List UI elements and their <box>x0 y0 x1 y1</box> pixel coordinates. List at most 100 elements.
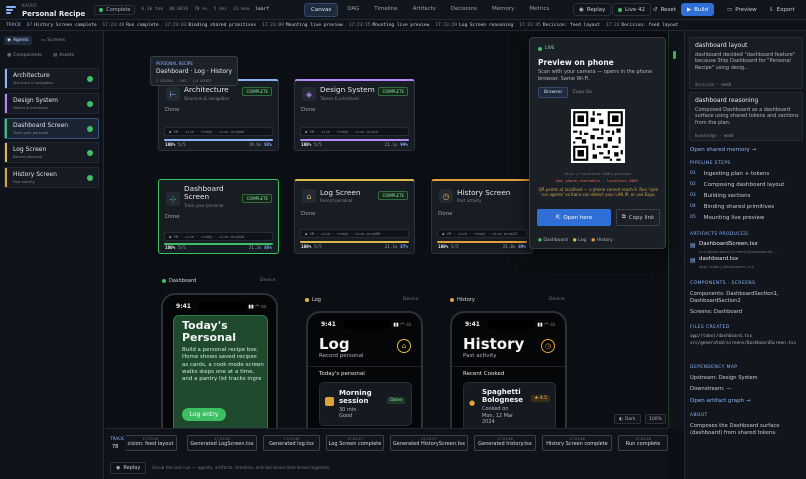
track-event[interactable]: 17:23:09 Mounting live preview <box>262 23 343 28</box>
track-event[interactable]: 17:23:48 Run complete <box>103 23 159 28</box>
log-entry-button[interactable]: Log entry <box>182 408 226 421</box>
pipeline-step: 01 Ingesting plan + tokens <box>690 171 770 177</box>
sidebar-item-log-screen[interactable]: Log Screen Record personal <box>4 142 99 163</box>
track-event[interactable]: 07 History Screen complete <box>27 23 97 28</box>
about-header: ABOUT <box>690 413 708 418</box>
tab-decisions[interactable]: Decisions <box>445 3 483 17</box>
file-icon: ▤ <box>690 257 696 264</box>
open-artifact-graph-link[interactable]: Open artifact graph → <box>690 398 750 404</box>
crumb-history[interactable]: ● History <box>591 238 612 243</box>
memory-card[interactable]: dashboard layout dashboard decided "dash… <box>689 37 803 89</box>
status-dot-icon <box>87 150 93 156</box>
export-button[interactable]: ⇩ Export <box>763 3 801 16</box>
track-event[interactable]: 17:23:03 Binding shared primitives <box>165 23 256 28</box>
replay-button[interactable]: ◉ Replay <box>573 3 612 16</box>
log-item-card[interactable]: Morning session 30 min · Good Done <box>319 382 412 426</box>
card-subtitle: Record personal <box>320 198 353 203</box>
tab-timeline[interactable]: Timeline <box>368 3 403 17</box>
memory-card[interactable]: dashboard reasoning Composed Dashboard a… <box>689 92 803 141</box>
tab-dag[interactable]: DAG <box>341 3 365 17</box>
assets-icon: ▤ <box>53 53 58 58</box>
bottom-replay-button[interactable]: ◉ Replay <box>110 462 147 474</box>
agent-card-architecture[interactable]: ⊢ Architecture Structure & navigation CO… <box>158 79 279 151</box>
build-button[interactable]: ▶ Build <box>681 3 715 16</box>
clock-icon[interactable]: ◷ <box>541 339 555 353</box>
sidebar-tab-assets[interactable]: ▤ Assets <box>50 51 77 60</box>
agent-card-history-screen[interactable]: ◷ History Screen Past activity Done ● VM… <box>431 179 533 254</box>
timeline-event[interactable]: 17:23:48 Generated history.tsx <box>474 435 536 451</box>
agent-card-dashboard-screen[interactable]: ⊹ Dashboard Screen Track your personal C… <box>158 179 279 254</box>
sidebar-item-dashboard-screen[interactable]: Dashboard Screen Track your personal <box>4 118 99 139</box>
history-item-card[interactable]: ● Spaghetti Bolognese Cooked on Mon, 12 … <box>463 382 556 434</box>
hero-card: Today's Personal Build a personal recipe… <box>173 315 268 433</box>
file-icon: ▤ <box>690 242 696 249</box>
file-path[interactable]: app/(tabs)/dashboard.tsx <box>690 334 752 339</box>
agent-card-design-system[interactable]: ◈ Design System Tokens & primitives COMP… <box>294 79 415 151</box>
timeline-event[interactable]: 17:23:48 Run complete <box>618 435 668 451</box>
side-collapse-strip[interactable] <box>668 31 684 428</box>
view-tabs: Canvas DAG Timeline Artifacts Decisions … <box>304 3 555 17</box>
track-event[interactable]: 17:23:15 Mounting live preview <box>349 23 430 28</box>
bottom-timeline: TRACK 78 17:23:45 cision: feed layout 17:… <box>105 428 668 479</box>
hero-heading: Today's Personal <box>182 319 237 344</box>
timeline-event[interactable]: 17:23:46 Generated log.tsx <box>263 435 320 451</box>
timeline-event[interactable]: 17:23:48 History Screen complete <box>542 435 612 451</box>
stat-events: 78 ev <box>194 7 208 12</box>
theme-toggle[interactable]: ◐ Dark <box>614 414 641 424</box>
crumb-dashboard[interactable]: ● Dashboard <box>538 238 568 243</box>
pipeline-step: 05 Mounting live preview <box>690 215 765 221</box>
stat-decisions: 5 dec <box>213 7 228 12</box>
open-shared-memory-link[interactable]: Open shared memory → <box>690 147 756 153</box>
sidebar-item-history-screen[interactable]: History Screen Past activity <box>4 167 99 188</box>
track-event[interactable]: 17:23:45 Decision: feed layout <box>519 23 600 28</box>
tab-memory[interactable]: Memory <box>486 3 520 17</box>
preview-button[interactable]: ▭ Preview <box>721 3 763 16</box>
tab-canvas[interactable]: Canvas <box>304 3 339 17</box>
screens-icon: ▭ <box>41 38 46 43</box>
export-icon: ⇩ <box>769 6 774 13</box>
qr-code <box>571 109 625 163</box>
sidebar-tab-agents[interactable]: ◉ Agents <box>4 36 32 45</box>
status-dot-icon <box>87 76 93 82</box>
sidebar-item-design-system[interactable]: Design System Tokens & primitives <box>4 93 99 114</box>
app-logo-icon <box>6 5 16 15</box>
copy-link-button[interactable]: ⧉ Copy link <box>616 209 660 226</box>
card-title: Architecture <box>184 85 229 94</box>
status-badge: Complete <box>94 4 136 15</box>
home-icon[interactable]: ⌂ <box>397 339 411 353</box>
phone-time: 9:41 <box>176 303 191 310</box>
card-subtitle: Past activity <box>457 198 482 203</box>
sidebar-item-architecture[interactable]: Architecture Structure & navigation <box>4 68 99 89</box>
tab-artifacts[interactable]: Artifacts <box>407 3 442 17</box>
sidebar-tab-components[interactable]: ▦ Components <box>4 51 45 60</box>
reset-button[interactable]: ↺ Reset <box>647 3 682 16</box>
memory-title: dashboard layout <box>695 42 748 49</box>
signal-icon: ▮▮ ◠ ▭ <box>393 322 411 328</box>
crumb-log[interactable]: ● Log <box>573 238 586 243</box>
live-button[interactable]: Live 42 <box>612 3 651 16</box>
tab-metrics[interactable]: Metrics <box>523 3 555 17</box>
downstream-deps: Downstream: — <box>690 386 732 392</box>
popover-description: Scan with your camera — opens in the pho… <box>538 69 653 82</box>
track-event[interactable]: 17:23:29 Log Screen reasoning <box>435 23 513 28</box>
track-event[interactable]: 17:23 Decision: feed layout <box>606 23 678 28</box>
timeline-event[interactable]: 17:23:47 Log Screen complete <box>326 435 384 451</box>
card-pipeline: ● VM · size · ready · size-arqbdd <box>164 127 273 136</box>
card-title: History Screen <box>457 188 511 197</box>
hero-body: Build a personal recipe box. Home shows … <box>182 347 264 383</box>
zoom-level[interactable]: 100% <box>645 414 666 424</box>
timeline-event[interactable]: 17:23:45 cision: feed layout <box>125 435 177 451</box>
card-title: Log Screen <box>320 188 361 197</box>
entry-status-badge: Done <box>387 397 405 404</box>
status-badge: COMPLETE <box>378 191 408 200</box>
file-path[interactable]: src/generated/screens/DashboardScreen.ts… <box>690 341 802 347</box>
stat-memory: 23 mem <box>233 7 250 12</box>
agent-card-log-screen[interactable]: ⌂ Log Screen Record personal COMPLETE Do… <box>294 179 415 254</box>
tab-expo-go[interactable]: Expo Go <box>568 87 597 98</box>
sidebar-tab-screens[interactable]: ▭ Screens <box>38 36 68 45</box>
card-progress <box>300 139 409 141</box>
open-here-button[interactable]: ⇱ Open here <box>537 209 611 226</box>
timeline-event[interactable]: 17:23:47 Generated HistoryScreen.tsx <box>390 435 468 451</box>
timeline-event[interactable]: 17:23:45 Generated LogScreen.tsx <box>187 435 257 451</box>
tab-browser[interactable]: Browser <box>538 87 569 98</box>
